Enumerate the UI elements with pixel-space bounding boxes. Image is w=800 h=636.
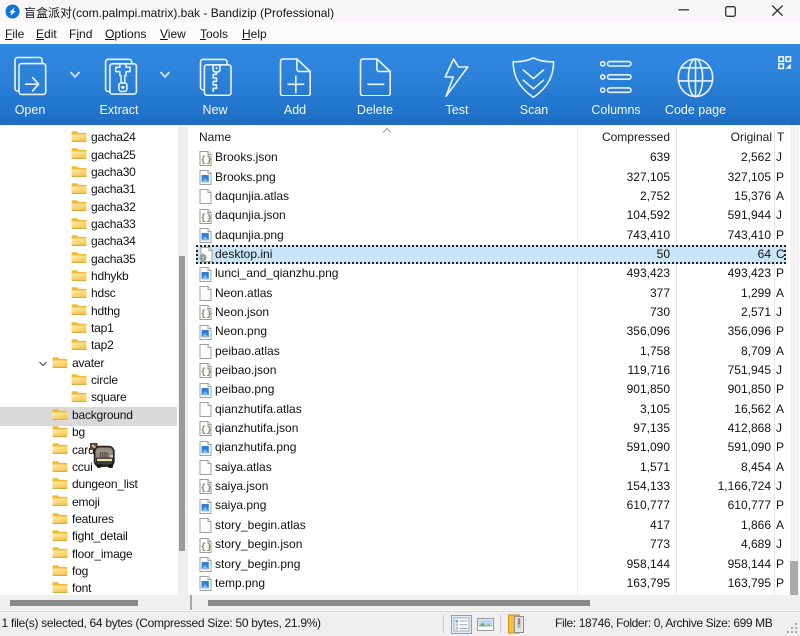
- svg-text:{}: {}: [201, 542, 212, 552]
- svg-text:{}: {}: [201, 425, 212, 435]
- svg-text:{}: {}: [201, 367, 212, 377]
- svg-text:{}: {}: [201, 483, 212, 493]
- svg-text:{}: {}: [201, 213, 212, 223]
- svg-text:{}: {}: [201, 309, 212, 319]
- svg-text:{}: {}: [201, 155, 212, 165]
